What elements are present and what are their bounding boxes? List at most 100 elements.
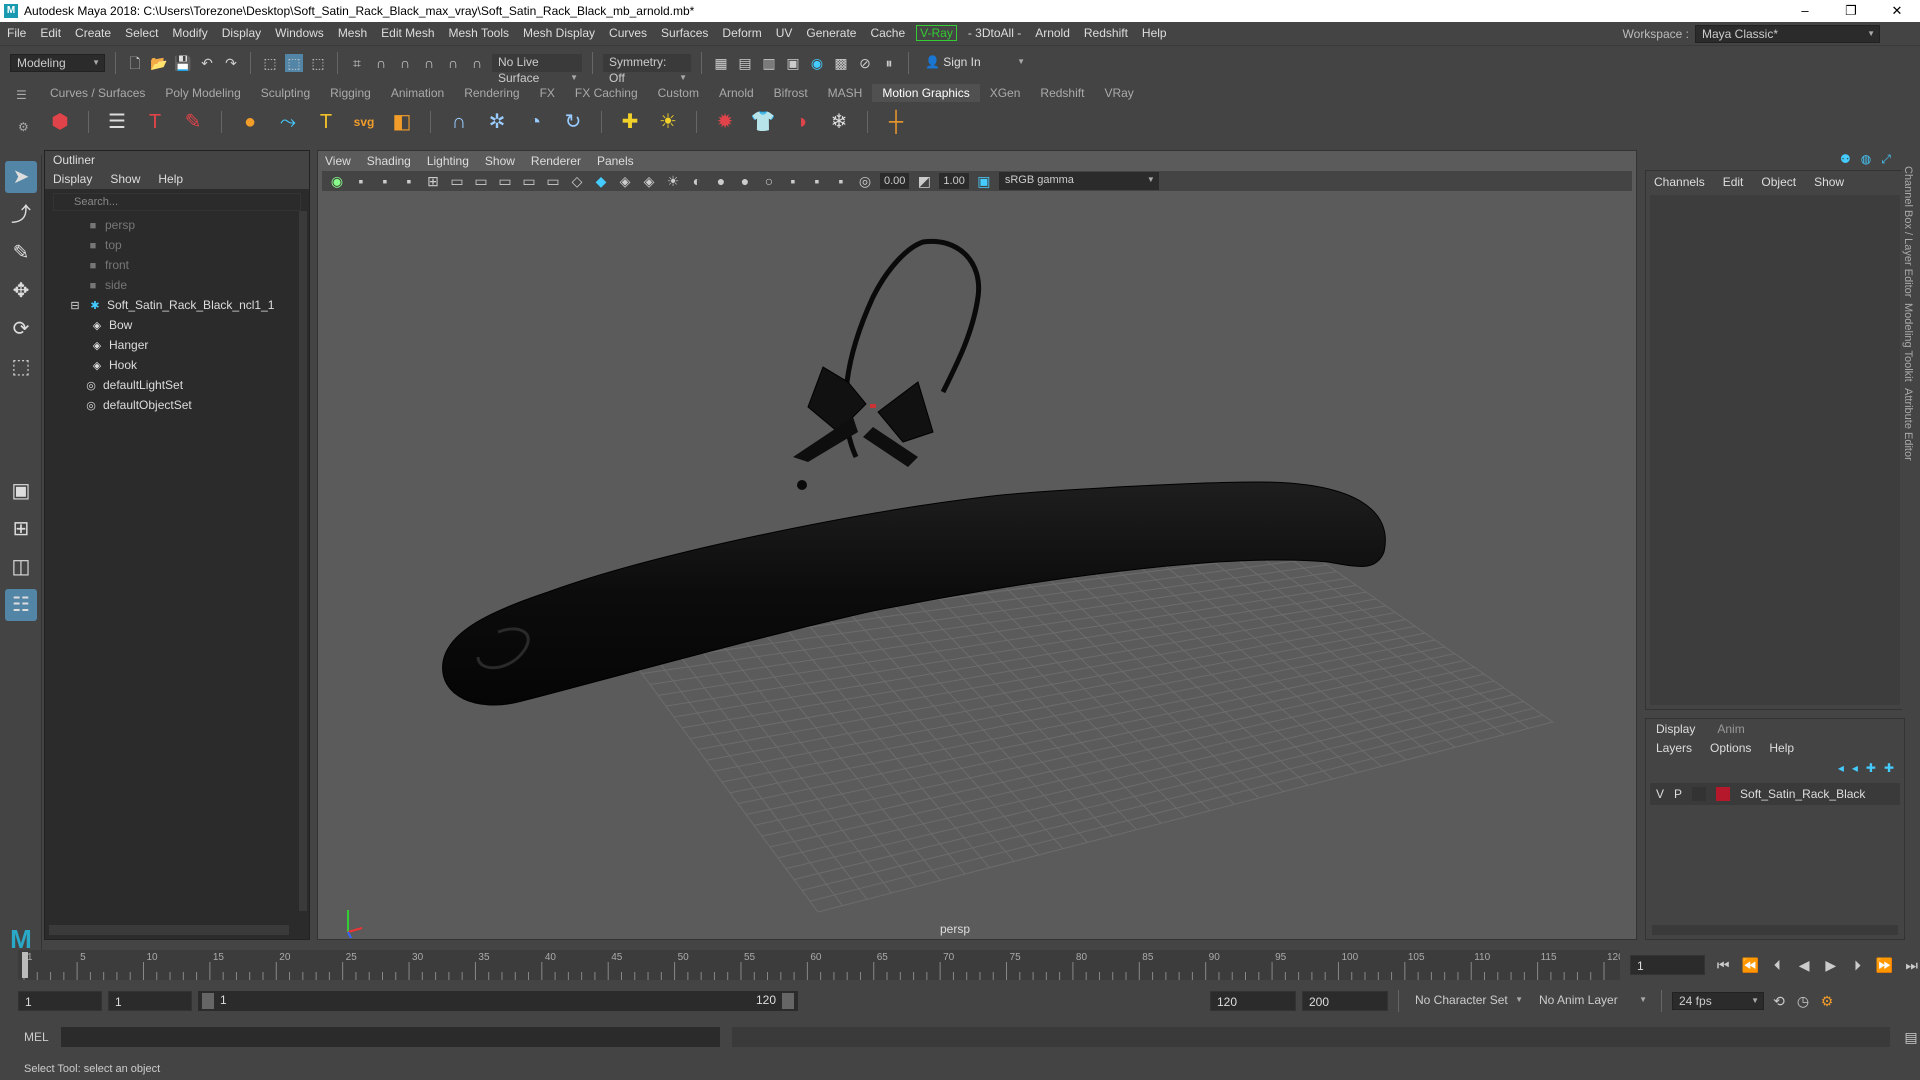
command-language-label[interactable]: MEL [24,1030,49,1044]
mash-network-icon[interactable]: ⬢ [46,108,74,136]
shelf-tab-mash[interactable]: MASH [818,84,873,102]
menu-vray[interactable]: V-Ray [916,25,957,41]
step-back-icon[interactable]: ⏴ [1769,956,1786,974]
snap-view-icon[interactable]: ∩ [420,54,438,72]
float-panel-icon[interactable]: ⤢ [1881,152,1891,167]
layer-type-toggle[interactable] [1692,787,1707,801]
outliner-search-input[interactable]: Search... [53,193,301,211]
menu-edit-mesh[interactable]: Edit Mesh [374,26,441,40]
menu-windows[interactable]: Windows [268,26,331,40]
sphere-icon[interactable]: ● [236,108,264,136]
anim-layer-dropdown[interactable]: No Anim Layer [1533,992,1651,1010]
shirt-icon[interactable]: 👕 [749,108,777,136]
magnet-icon[interactable]: ∩ [445,108,473,136]
menu-uv[interactable]: UV [769,26,800,40]
loop-icon[interactable]: ⟲ [1770,992,1788,1010]
range-start-field[interactable]: 1 [108,991,192,1011]
start-time-field[interactable]: 1 [18,991,102,1011]
outliner-layout-icon[interactable]: ☷ [5,589,37,621]
menu-modify[interactable]: Modify [165,26,214,40]
attribute-icon[interactable]: ◍ [1861,152,1871,167]
step-forward-key-icon[interactable]: ⏩ [1876,956,1893,974]
grid-toggle-icon[interactable]: ⊞ [424,172,442,190]
side-tab-modeling-toolkit[interactable]: Modeling Toolkit [1902,303,1914,382]
layer-menu-options[interactable]: Options [1710,739,1751,757]
outliner-item-side[interactable]: ■ side [85,275,309,295]
pause-icon[interactable]: ⏸ [880,54,898,72]
menu-edit[interactable]: Edit [33,26,68,40]
move-tool-icon[interactable]: ✥ [5,275,37,307]
scale-tool-icon[interactable]: ⬚ [5,351,37,383]
layer-menu-layers[interactable]: Layers [1656,739,1692,757]
motion-blur-icon[interactable]: ● [736,172,754,190]
menu-deform[interactable]: Deform [715,26,768,40]
exposure-field[interactable]: 0.00 [880,173,910,189]
snap-live-icon[interactable]: ∩ [468,54,486,72]
shelf-tab-animation[interactable]: Animation [381,84,454,102]
color-space-dropdown[interactable]: sRGB gamma [998,172,1159,190]
minimize-button[interactable]: – [1782,0,1828,22]
hanger-model[interactable] [442,238,1386,706]
sign-in-button[interactable]: 👤 Sign In [919,54,1029,72]
current-frame-field[interactable]: 1 [1630,955,1705,975]
snap-curve-icon[interactable]: ∩ [372,54,390,72]
range-handle-end[interactable] [782,993,794,1009]
layer-visibility-toggle[interactable]: V [1656,787,1664,801]
symmetry-dropdown[interactable]: Symmetry: Off [603,53,691,86]
outliner-item-bow[interactable]: ◈ Bow [89,315,309,335]
select-object-icon[interactable]: ⬚ [285,53,303,72]
smooth-shade-icon[interactable]: ◆ [592,172,610,190]
xray-icon[interactable]: ▪ [808,172,826,190]
menu-generate[interactable]: Generate [799,26,863,40]
outliner-item-top[interactable]: ■ top [85,235,309,255]
layer-color-swatch[interactable] [1716,787,1731,801]
gate-mask-icon[interactable]: ▭ [496,172,514,190]
arnold-ipr-icon[interactable]: ⊘ [856,54,874,72]
undo-icon[interactable]: ↶ [198,54,216,72]
channel-menu-edit[interactable]: Edit [1723,171,1744,193]
wireframe-on-shaded-icon[interactable]: ◈ [616,172,634,190]
film-gate-icon[interactable]: ▭ [448,172,466,190]
mash-paint-icon[interactable]: ✎ [179,108,207,136]
select-hierarchy-icon[interactable]: ⬚ [261,54,279,72]
side-tab-channel-box[interactable]: Channel Box / Layer Editor [1902,166,1914,297]
menu-3dtoall[interactable]: - 3DtoAll - [961,26,1028,40]
mash-list-icon[interactable]: ☰ [103,108,131,136]
image-plane-icon[interactable]: ▪ [400,172,418,190]
outliner-menu-display[interactable]: Display [53,169,92,189]
snap-surface-icon[interactable]: ∩ [444,54,462,72]
rotate-tool-icon[interactable]: ⟳ [5,313,37,345]
shelf-tab-motion-graphics[interactable]: Motion Graphics [872,84,980,102]
workspace-dropdown[interactable]: Maya Classic* [1695,25,1880,43]
anim-prefs-icon[interactable]: ⚙ [1818,992,1836,1010]
move-layer-down-icon[interactable]: ◂ [1852,761,1858,775]
script-editor-icon[interactable]: ▤ [1902,1028,1920,1046]
shelf-tab-vray[interactable]: VRay [1094,84,1143,102]
shelf-tab-rendering[interactable]: Rendering [454,84,529,102]
viewport-menu-renderer[interactable]: Renderer [531,152,581,170]
new-layer-selected-icon[interactable]: ✚ [1884,761,1894,775]
maximize-button[interactable]: ❐ [1828,0,1874,22]
menu-display[interactable]: Display [215,26,268,40]
shelf-tab-poly-modeling[interactable]: Poly Modeling [155,84,250,102]
end-time-field[interactable]: 200 [1302,991,1388,1011]
outliner-item-hook[interactable]: ◈ Hook [89,355,309,375]
menu-mesh[interactable]: Mesh [331,26,374,40]
go-to-end-icon[interactable]: ⏭ [1903,956,1920,974]
outliner-item-front[interactable]: ■ front [85,255,309,275]
outliner-item-group[interactable]: ⊟ ✱ Soft_Satin_Rack_Black_ncl1_1 [67,295,309,315]
go-to-start-icon[interactable]: ⏮ [1715,956,1732,974]
field-chart-icon[interactable]: ▭ [520,172,538,190]
shatter-icon[interactable]: ✲ [483,108,511,136]
shelf-tab-custom[interactable]: Custom [648,84,709,102]
open-scene-icon[interactable]: 📂 [150,54,168,72]
auto-key-icon[interactable]: ◷ [1794,992,1812,1010]
viewport-menu-panels[interactable]: Panels [597,152,634,170]
channel-menu-show[interactable]: Show [1814,171,1844,193]
menu-cache[interactable]: Cache [863,26,912,40]
shelf-tab-redshift[interactable]: Redshift [1030,84,1094,102]
new-scene-icon[interactable]: 🗋 [126,54,144,72]
cube-icon[interactable]: ◧ [388,108,416,136]
layer-menu-help[interactable]: Help [1769,739,1794,757]
shelf-settings-icon[interactable]: ⚙ [18,120,29,134]
